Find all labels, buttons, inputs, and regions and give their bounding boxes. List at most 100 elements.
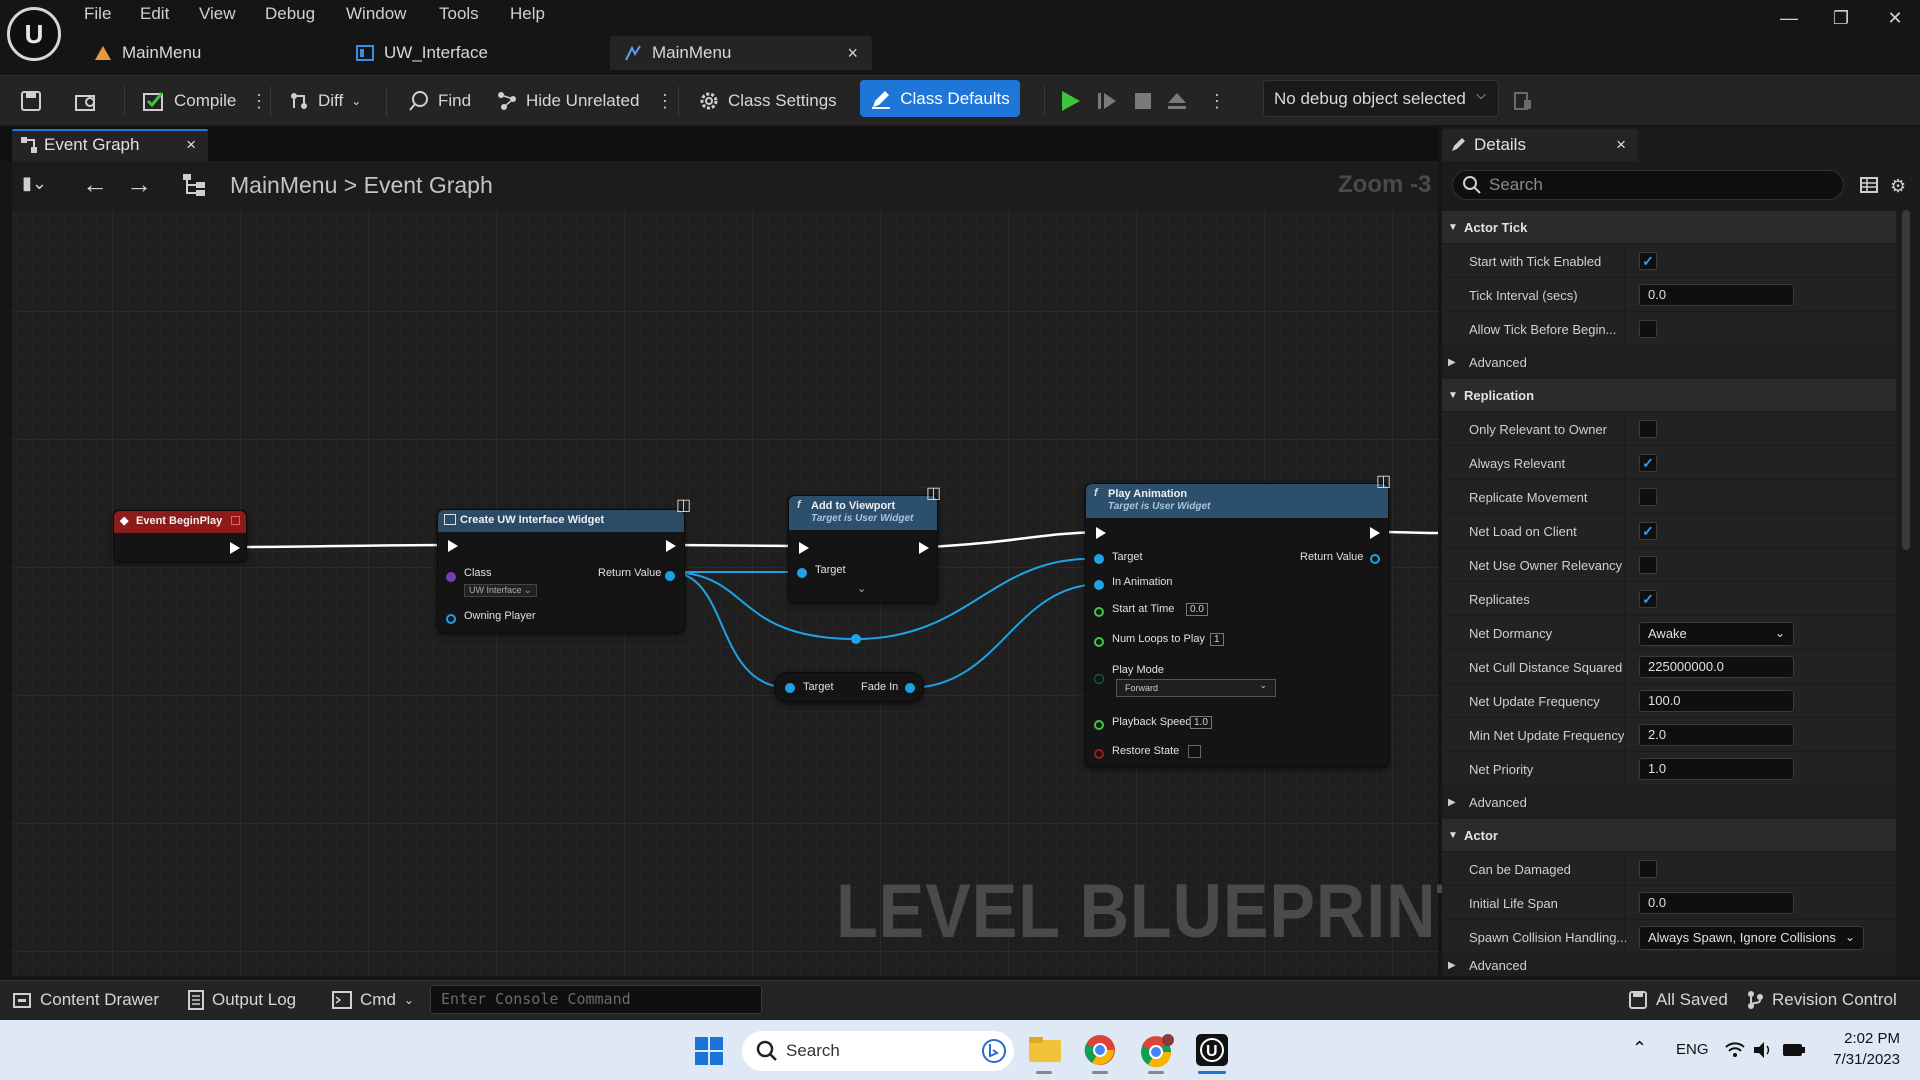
initial-life-input[interactable]: 0.0 (1639, 892, 1794, 914)
owning-player-pin[interactable] (446, 614, 456, 624)
class-pin[interactable] (446, 572, 456, 582)
replicate-movement-checkbox[interactable] (1639, 488, 1657, 506)
class-settings-button[interactable]: Class Settings (698, 88, 837, 114)
advanced-expander[interactable]: ▶ Advanced (1442, 954, 1896, 976)
content-drawer-button[interactable]: Content Drawer (12, 990, 159, 1010)
delegate-pin-icon[interactable] (231, 516, 240, 525)
restore-state-checkbox[interactable] (1188, 745, 1201, 758)
tick-interval-input[interactable]: 0.0 (1639, 284, 1794, 306)
bookmark-icon[interactable]: ▮⌄ (22, 173, 47, 194)
doc-tab-mainmenu-active[interactable]: MainMenu × (610, 36, 872, 70)
graph-options-icon[interactable]: ⋮ (656, 88, 674, 114)
spawn-collision-select[interactable]: Always Spawn, Ignore Collisions ⌄ (1639, 926, 1864, 950)
start-at-time-pin[interactable] (1094, 607, 1104, 617)
menu-edit[interactable]: Edit (140, 4, 169, 24)
restore-icon[interactable]: ❐ (1826, 8, 1856, 29)
play-options-icon[interactable]: ⋮ (1208, 88, 1226, 114)
graph-hierarchy-icon[interactable] (182, 173, 208, 202)
num-loops-pin[interactable] (1094, 637, 1104, 647)
fade-in-variable-node[interactable]: Target Fade In (774, 672, 924, 702)
taskbar-search-input[interactable]: Search (742, 1031, 1014, 1071)
table-view-icon[interactable] (1860, 176, 1878, 199)
debug-filter-icon[interactable] (1512, 88, 1534, 114)
forward-arrow-icon[interactable]: → (126, 169, 152, 200)
net-priority-input[interactable]: 1.0 (1639, 758, 1794, 780)
back-arrow-icon[interactable]: ← (82, 169, 108, 200)
net-load-checkbox[interactable]: ✓ (1639, 522, 1657, 540)
exec-in-pin[interactable] (1096, 527, 1106, 539)
target-pin[interactable] (785, 683, 795, 693)
details-search-input[interactable]: Search (1452, 170, 1844, 200)
close-tab-icon[interactable]: × (186, 135, 196, 155)
play-button[interactable] (1058, 88, 1082, 114)
hide-unrelated-button[interactable]: Hide Unrelated (496, 88, 639, 114)
doc-tab-uw-interface[interactable]: UW_Interface (342, 36, 592, 70)
cmd-select[interactable]: Cmd ⌄ (332, 990, 414, 1010)
close-window-icon[interactable]: ✕ (1880, 8, 1910, 29)
eject-button[interactable] (1166, 88, 1188, 114)
language-indicator[interactable]: ENG (1676, 1041, 1709, 1058)
can-be-damaged-checkbox[interactable] (1639, 860, 1657, 878)
playback-speed-input[interactable]: 1.0 (1190, 716, 1212, 729)
clock-time[interactable]: 2:02 PM (1836, 1030, 1900, 1047)
exec-out-pin[interactable] (919, 542, 929, 554)
menu-debug[interactable]: Debug (265, 4, 315, 24)
fade-in-pin[interactable] (905, 683, 915, 693)
play-mode-pin[interactable] (1094, 674, 1104, 684)
settings-gear-icon[interactable]: ⚙ (1890, 176, 1906, 197)
tray-chevron-up-icon[interactable]: ⌃ (1632, 1038, 1647, 1059)
add-to-viewport-node[interactable]: f Add to Viewport Target is User Widget … (788, 495, 938, 603)
start-at-time-input[interactable]: 0.0 (1186, 603, 1208, 616)
browse-icon[interactable] (74, 88, 98, 114)
wifi-icon[interactable] (1724, 1040, 1746, 1065)
exec-out-pin[interactable] (1370, 527, 1380, 539)
chrome-icon[interactable] (1084, 1034, 1116, 1071)
net-update-input[interactable]: 100.0 (1639, 690, 1794, 712)
replicates-checkbox[interactable]: ✓ (1639, 590, 1657, 608)
exec-out-pin[interactable] (230, 542, 240, 554)
target-pin[interactable] (1094, 554, 1104, 564)
menu-tools[interactable]: Tools (439, 4, 479, 24)
console-command-input[interactable]: Enter Console Command (430, 985, 762, 1014)
all-saved-button[interactable]: All Saved (1628, 990, 1728, 1010)
net-cull-input[interactable]: 225000000.0 (1639, 656, 1794, 678)
stop-button[interactable] (1132, 88, 1154, 114)
menu-help[interactable]: Help (510, 4, 545, 24)
doc-tab-mainmenu-level[interactable]: MainMenu (80, 36, 330, 70)
min-net-update-input[interactable]: 2.0 (1639, 724, 1794, 746)
blueprint-graph-canvas[interactable]: ◆ Event BeginPlay Create UW Interface Wi… (12, 161, 1438, 976)
num-loops-input[interactable]: 1 (1210, 633, 1224, 646)
start-tick-checkbox[interactable]: ✓ (1639, 252, 1657, 270)
play-animation-node[interactable]: f Play Animation Target is User Widget T… (1085, 483, 1389, 767)
play-mode-select[interactable]: Forward ⌄ (1116, 679, 1276, 697)
in-animation-pin[interactable] (1094, 580, 1104, 590)
advanced-expander[interactable]: ▶ Advanced (1442, 346, 1896, 379)
target-pin[interactable] (797, 568, 807, 578)
category-actor-tick[interactable]: ▼ Actor Tick (1442, 211, 1896, 244)
advanced-expander[interactable]: ▶ Advanced (1442, 786, 1896, 819)
exec-in-pin[interactable] (799, 542, 809, 554)
event-beginplay-node[interactable]: ◆ Event BeginPlay (113, 510, 247, 562)
details-scrollbar[interactable] (1902, 210, 1910, 550)
menu-window[interactable]: Window (346, 4, 406, 24)
breadcrumb-current[interactable]: Event Graph (364, 172, 493, 198)
clock-date[interactable]: 7/31/2023 (1822, 1051, 1900, 1068)
net-use-owner-checkbox[interactable] (1639, 556, 1657, 574)
tab-details[interactable]: Details × (1442, 129, 1638, 161)
exec-in-pin[interactable] (448, 540, 458, 552)
exec-out-pin[interactable] (666, 540, 676, 552)
close-tab-icon[interactable]: × (1616, 135, 1626, 155)
playback-speed-pin[interactable] (1094, 720, 1104, 730)
only-relevant-checkbox[interactable] (1639, 420, 1657, 438)
save-icon[interactable] (20, 88, 42, 114)
always-relevant-checkbox[interactable]: ✓ (1639, 454, 1657, 472)
breadcrumb-root[interactable]: MainMenu (230, 172, 337, 198)
output-log-button[interactable]: Output Log (188, 990, 296, 1010)
find-button[interactable]: Find (408, 88, 471, 114)
menu-view[interactable]: View (199, 4, 236, 24)
unreal-logo-icon[interactable]: U (7, 7, 61, 61)
chrome-profile-icon[interactable] (1140, 1034, 1174, 1073)
compile-options-icon[interactable]: ⋮ (250, 88, 268, 114)
menu-file[interactable]: File (84, 4, 111, 24)
expand-chevron-icon[interactable]: ⌄ (857, 582, 866, 595)
